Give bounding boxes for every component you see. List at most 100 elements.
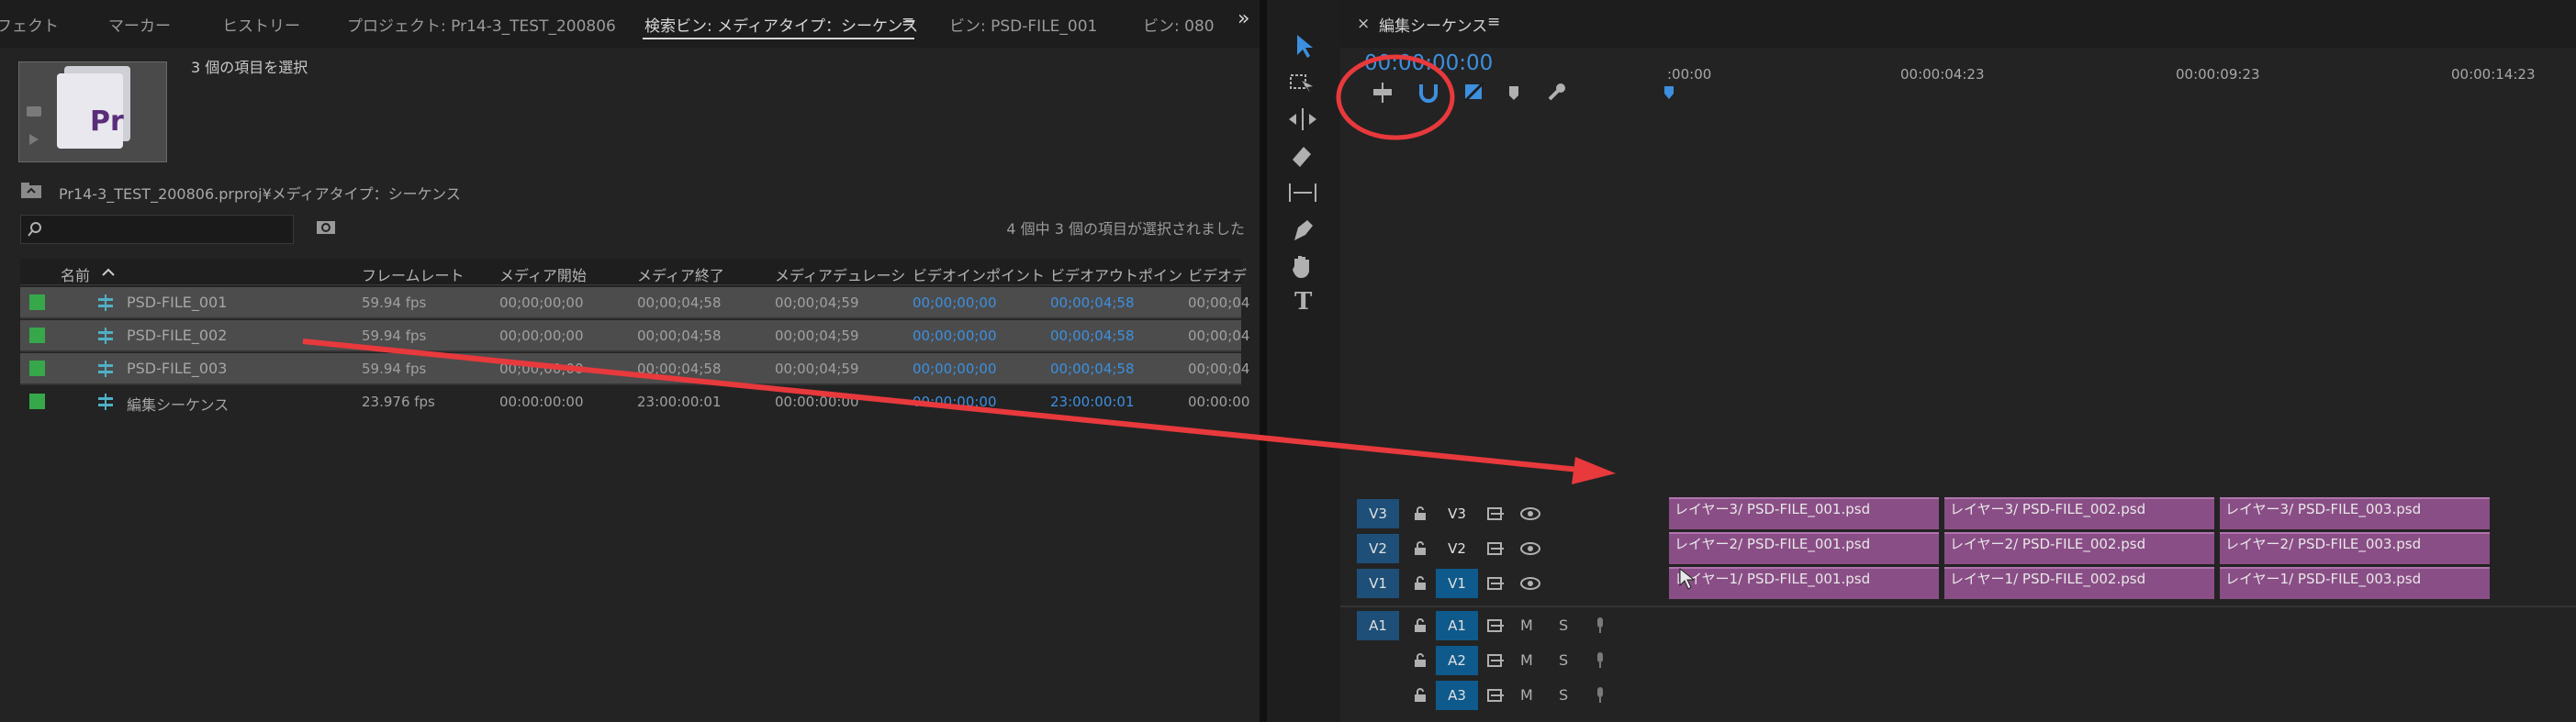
timeline-clip[interactable]: レイヤー1/ PSD-FILE_003.psd [2220,567,2490,599]
sync-lock-icon[interactable] [1487,653,1506,668]
tab-bin-psd[interactable]: ビン: PSD-FILE_001 [949,13,1097,36]
hand-tool-icon[interactable] [1285,251,1320,281]
column-video-out[interactable]: ビデオアウトポイン [1050,263,1182,285]
search-field[interactable] [20,215,294,244]
source-patch[interactable]: A1 [1357,611,1399,640]
cell-in[interactable]: 00:00:00:00 [913,394,997,410]
lock-icon[interactable] [1414,653,1427,668]
cell-out[interactable]: 23:00:00:01 [1050,394,1135,410]
column-framerate[interactable]: フレームレート [362,263,465,285]
selection-tool-icon[interactable] [1285,31,1320,61]
linked-selection-icon[interactable] [1463,81,1485,103]
tab-bin-080[interactable]: ビン: 080 [1143,13,1215,36]
solo-button[interactable]: S [1559,686,1568,704]
cell-out[interactable]: 00;00;04;58 [1050,361,1135,377]
add-marker-icon[interactable] [1509,86,1518,100]
timeline-menu-icon[interactable]: ≡ [1487,13,1500,31]
sync-lock-icon[interactable] [1487,576,1506,591]
cell-in[interactable]: 00;00;00;00 [913,294,997,311]
playhead-handle[interactable] [1662,86,1680,105]
voiceover-mic-icon[interactable] [1594,616,1607,635]
source-patch[interactable]: V1 [1357,569,1399,598]
tab-search-bin[interactable]: 検索ビン: メディアタイプ：シーケンス [644,13,918,36]
track-target[interactable]: A2 [1436,646,1478,675]
column-media-duration[interactable]: メディアデュレーシ [775,263,905,285]
track-target[interactable]: V1 [1436,569,1478,598]
ripple-edit-tool-icon[interactable] [1285,105,1320,134]
voiceover-mic-icon[interactable] [1594,651,1607,670]
table-row[interactable]: PSD-FILE_001 59.94 fps 00;00;00;00 00;00;04… [20,287,1249,319]
track-target[interactable]: V3 [1436,499,1478,528]
eye-icon[interactable] [1520,506,1540,521]
tab-menu-icon[interactable]: ≡ [902,13,914,31]
lock-icon[interactable] [1414,506,1427,521]
label-color-chip[interactable] [29,394,45,409]
cell-in[interactable]: 00;00;00;00 [913,361,997,377]
lock-icon[interactable] [1414,618,1427,633]
close-icon[interactable]: × [1357,15,1370,33]
sequence-tab[interactable]: 編集シーケンス [1379,13,1487,36]
new-search-bin-icon[interactable] [316,218,338,237]
razor-tool-icon[interactable] [1285,141,1320,171]
timeline-settings-icon[interactable] [1548,83,1565,101]
source-patch[interactable]: V3 [1357,499,1399,528]
label-color-chip[interactable] [29,328,45,343]
eye-icon[interactable] [1520,576,1540,591]
timeline-clip[interactable]: レイヤー2/ PSD-FILE_001.psd [1669,532,1939,564]
type-tool-icon[interactable]: T [1294,288,1312,316]
cell-in[interactable]: 00;00;00;00 [913,328,997,344]
sync-lock-icon[interactable] [1487,688,1506,703]
folder-up-icon[interactable] [20,182,44,200]
source-patch[interactable]: V2 [1357,534,1399,563]
panel-divider[interactable] [1260,0,1267,722]
tab-project[interactable]: プロジェクト: Pr14-3_TEST_200806 [347,13,616,36]
overflow-icon[interactable]: » [1238,7,1249,30]
track-select-tool-icon[interactable] [1285,68,1320,97]
track-target[interactable]: A3 [1436,681,1478,710]
label-color-chip[interactable] [29,361,45,376]
column-media-end[interactable]: メディア終了 [637,263,724,285]
search-input[interactable] [47,217,289,241]
timeline-clip[interactable]: レイヤー3/ PSD-FILE_001.psd [1669,497,1939,529]
cell-out[interactable]: 00;00;04;58 [1050,294,1135,311]
timeline-clip[interactable]: レイヤー1/ PSD-FILE_002.psd [1944,567,2214,599]
table-row[interactable]: PSD-FILE_003 59.94 fps 00;00;00;00 00;00;04… [20,353,1249,385]
timeline-clip[interactable]: レイヤー3/ PSD-FILE_002.psd [1944,497,2214,529]
clip-name[interactable]: PSD-FILE_002 [127,327,227,344]
sort-ascending-icon[interactable] [101,268,116,277]
tab-effects[interactable]: フェクト [0,13,59,36]
table-row[interactable]: 編集シーケンス 23.976 fps 00:00:00:00 23:00:00:01 0… [20,386,1249,417]
column-video-in[interactable]: ビデオインポイント [913,263,1045,285]
column-media-start[interactable]: メディア開始 [499,263,587,285]
tab-markers[interactable]: マーカー [108,13,171,36]
lock-icon[interactable] [1414,688,1427,703]
pen-tool-icon[interactable] [1285,215,1320,244]
column-name[interactable]: 名前 [61,263,90,285]
timeline-clip[interactable]: レイヤー3/ PSD-FILE_003.psd [2220,497,2490,529]
sync-lock-icon[interactable] [1487,618,1506,633]
cell-out[interactable]: 00;00;04;58 [1050,328,1135,344]
clip-name[interactable]: 編集シーケンス [127,393,229,415]
solo-button[interactable]: S [1559,651,1568,669]
column-video-duration[interactable]: ビデオデ [1188,263,1247,285]
timeline-clip[interactable]: レイヤー1/ PSD-FILE_001.psd [1669,567,1939,599]
label-color-chip[interactable] [29,294,45,310]
voiceover-mic-icon[interactable] [1594,686,1607,705]
time-ruler[interactable]: :00:00 00:00:04:23 00:00:09:23 00:00:14:… [1664,53,2576,101]
clip-name[interactable]: PSD-FILE_001 [127,294,227,311]
track-target[interactable]: A1 [1436,611,1478,640]
lock-icon[interactable] [1414,541,1427,556]
solo-button[interactable]: S [1559,616,1568,634]
lock-icon[interactable] [1414,576,1427,591]
eye-icon[interactable] [1520,541,1540,556]
timeline-clip[interactable]: レイヤー2/ PSD-FILE_002.psd [1944,532,2214,564]
sync-lock-icon[interactable] [1487,506,1506,521]
table-row[interactable]: PSD-FILE_002 59.94 fps 00;00;00;00 00;00;04… [20,320,1249,352]
timeline-clip[interactable]: レイヤー2/ PSD-FILE_003.psd [2220,532,2490,564]
mute-button[interactable]: M [1520,651,1533,669]
sync-lock-icon[interactable] [1487,541,1506,556]
mute-button[interactable]: M [1520,616,1533,634]
slip-tool-icon[interactable] [1285,178,1320,207]
clip-name[interactable]: PSD-FILE_003 [127,360,227,377]
mute-button[interactable]: M [1520,686,1533,704]
